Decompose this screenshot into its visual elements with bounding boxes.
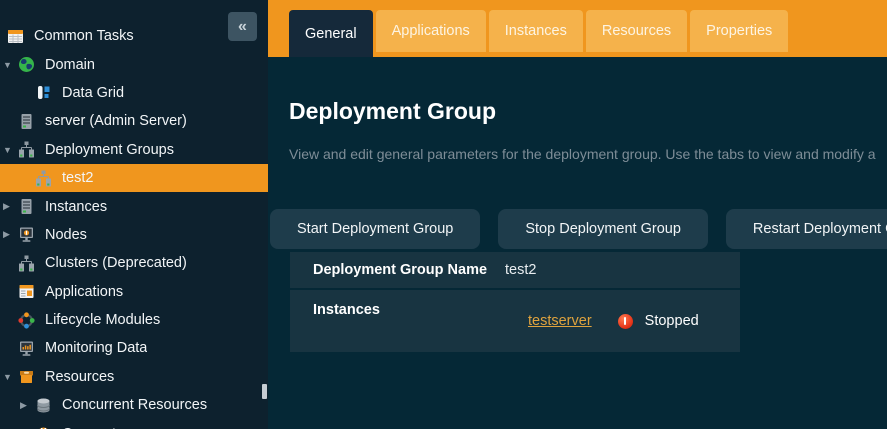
collapse-chevrons-icon: «: [238, 19, 247, 35]
row-label: Deployment Group Name: [290, 262, 505, 278]
sidebar-item-resources[interactable]: ▼ Resources: [0, 363, 268, 391]
sidebar-item-label: Domain: [45, 57, 95, 73]
server-icon: [18, 198, 35, 215]
sidebar-item-domain[interactable]: ▼ Domain: [0, 50, 268, 78]
sidebar-item-label: Nodes: [45, 227, 87, 243]
sidebar-item-data-grid[interactable]: Data Grid: [0, 79, 268, 107]
cluster-icon: [35, 170, 52, 187]
sidebar-item-label: Data Grid: [62, 85, 124, 101]
nodes-icon: [18, 226, 35, 243]
tab-general[interactable]: General: [289, 10, 373, 57]
sidebar-item-nodes[interactable]: ▶ Nodes: [0, 221, 268, 249]
sidebar-scrollbar-thumb[interactable]: [262, 384, 267, 399]
admin-console: « Common Tasks ▼ Domain Data Grid server (Ad…: [0, 0, 887, 429]
row-value: test2: [505, 262, 536, 278]
sidebar-item-clusters-deprecated[interactable]: Clusters (Deprecated): [0, 249, 268, 277]
page-content: Deployment Group View and edit general p…: [268, 57, 887, 352]
tab-bar: GeneralApplicationsInstancesResourcesPro…: [268, 0, 887, 57]
tab-resources[interactable]: Resources: [586, 10, 687, 52]
sidebar-item-label: test2: [62, 170, 93, 186]
stop-deployment-group-button[interactable]: Stop Deployment Group: [498, 209, 708, 249]
domain-icon: [18, 56, 35, 73]
resources-icon: [18, 368, 35, 385]
applications-icon: [18, 283, 35, 300]
expander-expanded-icon[interactable]: ▼: [3, 60, 18, 70]
lifecycle-icon: [18, 312, 35, 329]
action-button-row: Start Deployment Group Stop Deployment Gr…: [268, 209, 887, 249]
stop-slit: [624, 317, 627, 325]
sidebar: « Common Tasks ▼ Domain Data Grid server (Ad…: [0, 0, 268, 429]
sidebar-item-connectors[interactable]: ▶Connectors: [0, 419, 268, 429]
data-grid-icon: [35, 84, 52, 101]
instance-status-text: Stopped: [645, 313, 699, 329]
sidebar-item-concurrent-resources[interactable]: ▶ Concurrent Resources: [0, 391, 268, 419]
sidebar-item-label: Lifecycle Modules: [45, 312, 160, 328]
sidebar-item-test2[interactable]: test2: [0, 164, 268, 192]
table-row-instances: Instances testserver Stopped: [290, 290, 740, 352]
connectors-icon: [35, 425, 52, 429]
table-row-deployment-group-name: Deployment Group Name test2: [290, 252, 740, 288]
monitoring-icon: [18, 340, 35, 357]
sidebar-item-deployment-groups[interactable]: ▼ Deployment Groups: [0, 136, 268, 164]
sidebar-item-monitoring-data[interactable]: Monitoring Data: [0, 334, 268, 362]
cluster-icon: [18, 141, 35, 158]
cluster-icon: [18, 255, 35, 272]
start-deployment-group-button[interactable]: Start Deployment Group: [270, 209, 480, 249]
stopped-status-icon: [618, 314, 633, 329]
expander-collapsed-icon[interactable]: ▶: [20, 400, 35, 411]
page-subtitle: View and edit general parameters for the…: [289, 146, 887, 163]
sidebar-item-label: Common Tasks: [34, 28, 134, 44]
server-icon: [18, 113, 35, 130]
sidebar-item-label: Deployment Groups: [45, 142, 174, 158]
navigation-tree: Common Tasks ▼ Domain Data Grid server (Admi…: [0, 0, 268, 429]
page-header: Deployment Group View and edit general p…: [268, 98, 887, 163]
instance-status-group: testserver Stopped: [505, 290, 699, 352]
tab-applications[interactable]: Applications: [376, 10, 486, 52]
sidebar-item-label: server (Admin Server): [45, 113, 187, 129]
sidebar-item-label: Applications: [45, 284, 123, 300]
common-tasks-icon: [7, 28, 24, 45]
instance-link[interactable]: testserver: [528, 313, 592, 329]
concurrent-icon: [35, 397, 52, 414]
detail-table: Deployment Group Name test2 Instances te…: [290, 252, 740, 352]
tab-instances[interactable]: Instances: [489, 10, 583, 52]
sidebar-item-label: Connectors: [62, 426, 136, 429]
sidebar-collapse-button[interactable]: «: [228, 12, 257, 41]
tab-properties[interactable]: Properties: [690, 10, 788, 52]
expander-collapsed-icon[interactable]: ▶: [3, 229, 18, 240]
main-panel: GeneralApplicationsInstancesResourcesPro…: [268, 0, 887, 429]
sidebar-item-label: Monitoring Data: [45, 340, 147, 356]
sidebar-item-label: Resources: [45, 369, 114, 385]
sidebar-item-lifecycle-modules[interactable]: Lifecycle Modules: [0, 306, 268, 334]
expander-expanded-icon[interactable]: ▼: [3, 372, 18, 382]
page-title: Deployment Group: [289, 98, 887, 125]
sidebar-item-label: Instances: [45, 199, 107, 215]
sidebar-item-server-admin-server[interactable]: server (Admin Server): [0, 107, 268, 135]
expander-collapsed-icon[interactable]: ▶: [3, 201, 18, 212]
restart-deployment-group-button[interactable]: Restart Deployment Group: [726, 209, 887, 249]
expander-expanded-icon[interactable]: ▼: [3, 145, 18, 155]
sidebar-item-label: Concurrent Resources: [62, 397, 207, 413]
sidebar-item-label: Clusters (Deprecated): [45, 255, 187, 271]
sidebar-item-instances[interactable]: ▶ Instances: [0, 192, 268, 220]
sidebar-item-applications[interactable]: Applications: [0, 278, 268, 306]
row-label: Instances: [290, 290, 505, 352]
